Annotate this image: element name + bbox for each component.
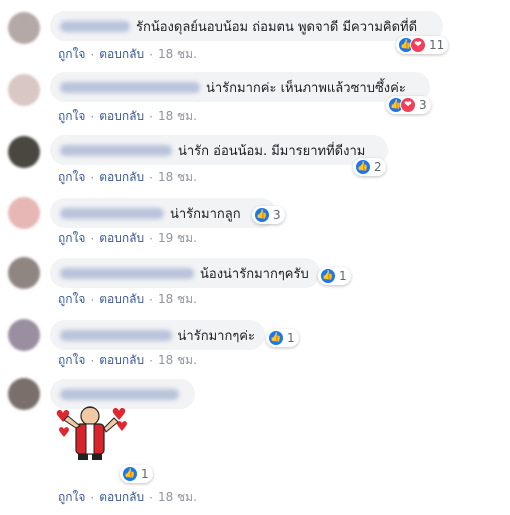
- timestamp[interactable]: 18 ชม.: [158, 488, 197, 507]
- comment-actions: ถูกใจ · ตอบกลับ · 18 ชม.: [58, 107, 197, 126]
- avatar[interactable]: [8, 257, 40, 289]
- comment-actions: ถูกใจ · ตอบกลับ · 18 ชม.: [58, 351, 197, 370]
- reaction-summary[interactable]: 👍 3: [252, 206, 285, 224]
- comment-bubble: น่ารักมากๆค่ะ: [50, 320, 265, 350]
- separator: ·: [149, 353, 153, 368]
- reply-button[interactable]: ตอบกลับ: [99, 45, 144, 64]
- thumbs-up-icon: 👍: [122, 466, 138, 482]
- reply-button[interactable]: ตอบกลับ: [99, 107, 144, 126]
- like-button[interactable]: ถูกใจ: [58, 290, 85, 309]
- like-button[interactable]: ถูกใจ: [58, 229, 85, 248]
- thumbs-up-icon: 👍: [320, 268, 336, 284]
- reply-button[interactable]: ตอบกลับ: [99, 290, 144, 309]
- reaction-count: 1: [339, 269, 347, 283]
- separator: ·: [149, 47, 153, 62]
- author-name[interactable]: [60, 267, 194, 279]
- sticker-graphic: [56, 406, 127, 460]
- comment-bubble: น้องน่ารักมากๆครับ: [50, 258, 320, 288]
- separator: ·: [90, 353, 95, 368]
- author-name[interactable]: [60, 207, 164, 219]
- avatar[interactable]: [8, 136, 40, 168]
- timestamp[interactable]: 18 ชม.: [158, 45, 197, 64]
- comment-text: น้องน่ารักมากๆครับ: [200, 266, 309, 282]
- separator: ·: [149, 109, 153, 124]
- separator: ·: [90, 109, 95, 124]
- separator: ·: [149, 170, 153, 185]
- timestamp[interactable]: 18 ชม.: [158, 168, 197, 187]
- avatar[interactable]: [8, 378, 40, 410]
- avatar[interactable]: [8, 74, 40, 106]
- separator: ·: [90, 47, 95, 62]
- separator: ·: [90, 170, 95, 185]
- comment-text: น่ารัก อ่อนน้อม. มีมารยาทที่ดีงาม: [178, 143, 366, 159]
- comment-actions: ถูกใจ · ตอบกลับ · 18 ชม.: [58, 290, 197, 309]
- like-button[interactable]: ถูกใจ: [58, 351, 85, 370]
- comment-actions: ถูกใจ · ตอบกลับ · 18 ชม.: [58, 488, 197, 507]
- thumbs-up-icon: 👍: [355, 159, 371, 175]
- comment-actions: ถูกใจ · ตอบกลับ · 19 ชม.: [58, 229, 197, 248]
- heart-icon: ❤: [400, 97, 416, 113]
- avatar[interactable]: [8, 197, 40, 229]
- thumbs-up-icon: 👍: [254, 207, 270, 223]
- comment-bubble: น่ารักมากลูก: [50, 198, 276, 228]
- separator: ·: [90, 231, 95, 246]
- reaction-count: 1: [287, 331, 295, 345]
- avatar[interactable]: [8, 12, 40, 44]
- separator: ·: [90, 292, 95, 307]
- reaction-summary[interactable]: 👍 2: [353, 158, 386, 176]
- author-name[interactable]: [60, 329, 172, 341]
- thumbs-up-icon: 👍: [268, 330, 284, 346]
- author-name[interactable]: [60, 388, 179, 400]
- reaction-summary[interactable]: 👍 1: [318, 267, 351, 285]
- comment-text: น่ารักมากลูก: [170, 206, 241, 222]
- comment-text: น่ารักมากๆค่ะ: [177, 328, 255, 344]
- comment-bubble: รักน้องดุลย์นอบน้อม ถ่อมตน พูดจาดี มีควา…: [50, 11, 443, 41]
- sticker-image[interactable]: [52, 402, 132, 462]
- separator: ·: [90, 490, 95, 505]
- comment-bubble: น่ารัก อ่อนน้อม. มีมารยาทที่ดีงาม: [50, 135, 388, 165]
- author-name[interactable]: [60, 144, 172, 156]
- like-button[interactable]: ถูกใจ: [58, 488, 85, 507]
- reaction-count: 2: [374, 160, 382, 174]
- author-name[interactable]: [60, 20, 130, 32]
- reply-button[interactable]: ตอบกลับ: [99, 488, 144, 507]
- comment-text: น่ารักมากค่ะ เห็นภาพแล้วซาบซึ้งค่ะ: [206, 80, 406, 96]
- like-button[interactable]: ถูกใจ: [58, 168, 85, 187]
- timestamp[interactable]: 18 ชม.: [158, 290, 197, 309]
- separator: ·: [149, 490, 153, 505]
- author-name[interactable]: [60, 81, 200, 93]
- reply-button[interactable]: ตอบกลับ: [99, 168, 144, 187]
- reaction-summary[interactable]: 👍 1: [266, 329, 299, 347]
- comment-actions: ถูกใจ · ตอบกลับ · 18 ชม.: [58, 168, 197, 187]
- reaction-count: 11: [429, 38, 445, 52]
- reply-button[interactable]: ตอบกลับ: [99, 229, 144, 248]
- avatar[interactable]: [8, 319, 40, 351]
- timestamp[interactable]: 19 ชม.: [158, 229, 197, 248]
- reaction-count: 3: [419, 98, 427, 112]
- like-button[interactable]: ถูกใจ: [58, 45, 85, 64]
- comment-text: รักน้องดุลย์นอบน้อม ถ่อมตน พูดจาดี มีควา…: [136, 19, 418, 35]
- reaction-summary[interactable]: 👍 ❤ 3: [386, 96, 431, 114]
- reaction-summary[interactable]: 👍 1: [120, 465, 153, 483]
- comment-bubble: น่ารักมากค่ะ เห็นภาพแล้วซาบซึ้งค่ะ: [50, 72, 430, 102]
- timestamp[interactable]: 18 ชม.: [158, 107, 197, 126]
- separator: ·: [149, 292, 153, 307]
- reaction-count: 1: [141, 467, 149, 481]
- comment-actions: ถูกใจ · ตอบกลับ · 18 ชม.: [58, 45, 197, 64]
- separator: ·: [149, 231, 153, 246]
- reaction-summary[interactable]: 👍 ❤ 11: [396, 36, 449, 54]
- timestamp[interactable]: 18 ชม.: [158, 351, 197, 370]
- heart-icon: ❤: [410, 37, 426, 53]
- reaction-count: 3: [273, 208, 281, 222]
- like-button[interactable]: ถูกใจ: [58, 107, 85, 126]
- reply-button[interactable]: ตอบกลับ: [99, 351, 144, 370]
